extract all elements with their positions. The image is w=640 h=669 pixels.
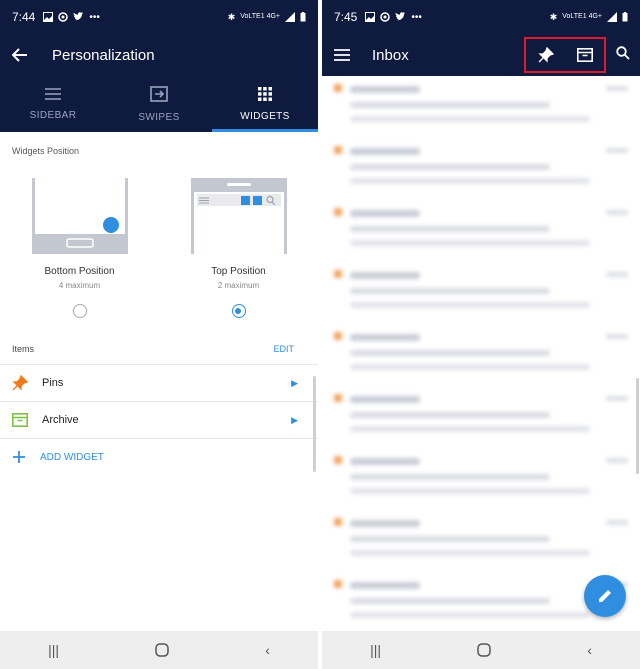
list-item[interactable] (322, 510, 640, 572)
items-label: Items (12, 344, 35, 354)
back-arrow-icon[interactable] (12, 48, 28, 62)
list-item[interactable] (322, 262, 640, 324)
more-icon: ••• (89, 11, 100, 23)
pin-icon[interactable] (537, 47, 554, 63)
list-item-pins[interactable]: Pins ▶ (0, 364, 318, 401)
system-nav-bar: ||| ‹ (0, 631, 318, 669)
status-time: 7:45 (334, 10, 358, 24)
bottom-position-illustration (31, 178, 128, 254)
status-bar: 7:45 ••• ✱ VoLTE1 4G+ (322, 0, 640, 34)
tab-bar: SIDEBAR SWIPES WIDGETS (0, 76, 318, 132)
list-item[interactable] (322, 324, 640, 386)
list-item[interactable] (322, 386, 640, 448)
widgets-position-label: Widgets Position (12, 146, 80, 156)
add-widget-label: ADD WIDGET (40, 451, 104, 463)
plus-icon (13, 451, 25, 463)
list-item-archive[interactable]: Archive ▶ (0, 401, 318, 438)
page-title: Personalization (52, 46, 155, 64)
left-phone: 7:44 ••• ✱ VoLTE1 4G+ Personalization SI… (0, 0, 318, 669)
position-options: Bottom Position 4 maximum Top Position 2… (0, 156, 318, 318)
bottom-position-radio[interactable] (72, 304, 87, 318)
app-bar: Personalization (0, 34, 318, 76)
gallery-icon (43, 12, 54, 22)
list-item-label: Pins (42, 377, 64, 389)
inbox-title: Inbox (372, 46, 409, 64)
compose-button[interactable] (584, 575, 626, 617)
search-icon[interactable] (616, 46, 630, 60)
widget-items-list: Pins ▶ Archive ▶ ADD WIDGET (0, 364, 318, 475)
top-position-illustration (190, 178, 287, 254)
list-item[interactable] (322, 448, 640, 510)
signal-icon (285, 12, 295, 22)
twitter-icon (395, 12, 406, 21)
swipe-icon (150, 85, 168, 102)
recents-icon[interactable]: ||| (48, 642, 59, 658)
status-time: 7:44 (12, 10, 36, 24)
tab-swipes[interactable]: SWIPES (106, 76, 212, 132)
network-label: VoLTE1 4G+ (562, 13, 602, 20)
back-icon[interactable]: ‹ (587, 642, 592, 658)
bluetooth-icon: ✱ (227, 11, 236, 22)
bottom-position-option[interactable]: Bottom Position 4 maximum (10, 178, 150, 318)
chevron-right-icon: ▶ (291, 414, 298, 425)
scrollbar[interactable] (313, 376, 316, 472)
battery-icon (300, 12, 306, 22)
items-header: Items EDIT (0, 318, 318, 354)
menu-icon[interactable] (334, 49, 350, 61)
list-item-label: Archive (42, 414, 79, 426)
recents-icon[interactable]: ||| (370, 642, 381, 658)
bottom-position-name: Bottom Position (44, 266, 115, 277)
tab-label: SWIPES (138, 111, 180, 123)
home-icon[interactable] (155, 643, 169, 657)
status-bar: 7:44 ••• ✱ VoLTE1 4G+ (0, 0, 318, 34)
signal-icon (607, 12, 617, 22)
network-label: VoLTE1 4G+ (240, 13, 280, 20)
archive-icon (12, 413, 28, 427)
tab-sidebar[interactable]: SIDEBAR (0, 76, 106, 132)
top-position-name: Top Position (211, 266, 266, 277)
system-nav-bar: ||| ‹ (322, 631, 640, 669)
right-phone: 7:45 ••• ✱ VoLTE1 4G+ Inbox ||| ‹ (322, 0, 640, 669)
highlighted-widgets (524, 37, 606, 73)
pin-icon (12, 375, 28, 391)
record-icon (58, 12, 69, 22)
top-position-option[interactable]: Top Position 2 maximum (169, 178, 309, 318)
top-position-sub: 2 maximum (217, 281, 260, 290)
inbox-app-bar: Inbox (322, 34, 640, 76)
list-item[interactable] (322, 76, 640, 138)
scrollbar[interactable] (636, 378, 639, 474)
edit-button[interactable]: EDIT (273, 344, 294, 354)
battery-icon (622, 12, 628, 22)
chevron-right-icon: ▶ (291, 377, 298, 388)
bottom-position-sub: 4 maximum (58, 281, 101, 290)
home-icon[interactable] (477, 643, 491, 657)
tab-label: SIDEBAR (29, 109, 77, 121)
add-widget-button[interactable]: ADD WIDGET (0, 438, 318, 475)
back-icon[interactable]: ‹ (265, 642, 270, 658)
tab-widgets[interactable]: WIDGETS (212, 76, 318, 132)
hamburger-icon (45, 87, 61, 100)
grid-icon (258, 86, 272, 101)
pencil-icon (599, 590, 611, 602)
record-icon (380, 12, 391, 22)
mail-list (322, 76, 640, 631)
tab-label: WIDGETS (240, 110, 290, 122)
top-position-radio[interactable] (231, 304, 246, 318)
more-icon: ••• (411, 11, 422, 23)
list-item[interactable] (322, 138, 640, 200)
gallery-icon (365, 12, 376, 22)
list-item[interactable] (322, 200, 640, 262)
twitter-icon (73, 12, 84, 21)
archive-icon[interactable] (576, 48, 593, 62)
bluetooth-icon: ✱ (549, 11, 558, 22)
